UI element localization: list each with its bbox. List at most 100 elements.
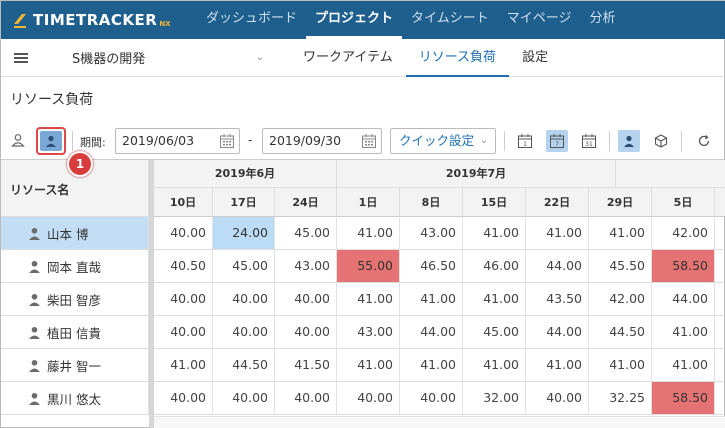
load-cell[interactable]: 43.50 (526, 283, 589, 315)
load-cell[interactable]: 45.00 (275, 217, 337, 249)
nav-timesheet[interactable]: タイムシート (402, 1, 498, 39)
load-cell[interactable]: 46.00 (463, 250, 526, 282)
person-group-button[interactable] (618, 130, 640, 152)
load-cell[interactable]: 44.50 (213, 349, 275, 381)
resource-view-button[interactable] (36, 127, 66, 155)
load-cell[interactable]: 41.00 (652, 349, 715, 381)
refresh-icon (698, 135, 710, 147)
person-icon[interactable] (11, 133, 25, 147)
load-cell[interactable]: 44.00 (652, 283, 715, 315)
load-cell[interactable]: 44.50 (589, 316, 652, 348)
logo-text: TIMETRACKER (33, 11, 158, 29)
load-cell[interactable]: 40.00 (154, 283, 213, 315)
load-cell[interactable]: 41.00 (589, 217, 652, 249)
load-cell[interactable]: 58.50 (652, 250, 715, 282)
end-date-input[interactable]: 2019/09/30 (262, 128, 382, 154)
nav-dashboard[interactable]: ダッシュボード (197, 1, 306, 39)
nav-analysis[interactable]: 分析 (581, 1, 625, 39)
day-view-button[interactable]: 1 (514, 130, 536, 152)
project-select[interactable]: S機器の開発 ⌄ (72, 48, 264, 67)
load-cell[interactable]: 40.00 (400, 382, 463, 414)
calendar-icon[interactable] (361, 133, 377, 149)
resource-row[interactable]: 黒川 悠太 (1, 382, 149, 415)
load-cell[interactable]: 41.00 (337, 217, 400, 249)
load-cell[interactable]: 44.00 (526, 250, 589, 282)
load-cell[interactable]: 41.00 (400, 349, 463, 381)
calendar-day-icon: 1 (518, 134, 532, 148)
resource-row[interactable]: 岡本 直哉 (1, 250, 149, 283)
load-cell[interactable]: 41.00 (463, 349, 526, 381)
load-cell[interactable]: 40.00 (154, 382, 213, 414)
calendar-week-icon: 7 (550, 134, 564, 148)
person-icon (624, 135, 634, 147)
week-view-button[interactable]: 7 (546, 130, 568, 152)
load-cell[interactable]: 24.00 (213, 217, 275, 249)
load-cell[interactable]: 32.25 (589, 382, 652, 414)
load-cell[interactable]: 41.00 (526, 217, 589, 249)
load-cell[interactable]: 40.00 (213, 283, 275, 315)
resource-name: 黒川 悠太 (47, 391, 101, 407)
load-cell[interactable]: 41.00 (337, 349, 400, 381)
nav-project[interactable]: プロジェクト (306, 1, 403, 39)
load-cell[interactable]: 40.00 (526, 382, 589, 414)
month-view-number: 31 (585, 141, 593, 148)
month-view-button[interactable]: 31 (578, 130, 600, 152)
load-cell[interactable]: 40.00 (213, 382, 275, 414)
horizontal-scrollbar[interactable] (154, 416, 725, 428)
load-cell[interactable]: 41.00 (526, 349, 589, 381)
load-cell[interactable]: 41.00 (589, 349, 652, 381)
load-cell[interactable]: 41.00 (400, 283, 463, 315)
resource-row[interactable]: 植田 信貴 (1, 316, 149, 349)
load-cell[interactable]: 46.50 (400, 250, 463, 282)
load-cell[interactable]: 45.00 (213, 250, 275, 282)
load-cell[interactable]: 40.00 (275, 316, 337, 348)
load-cell[interactable]: 58.50 (652, 382, 715, 414)
resource-load-grid: リソース名 2019年6月 2019年7月 10日 17日 24日 1日 8日 15日 22… (1, 159, 725, 428)
quick-setting-select[interactable]: クイック設定 ⌄ (390, 128, 496, 154)
refresh-button[interactable] (693, 130, 715, 152)
load-cell[interactable]: 43.00 (400, 217, 463, 249)
load-cell[interactable]: 44.00 (400, 316, 463, 348)
load-cell[interactable]: 40.00 (213, 316, 275, 348)
day-header: 8日 (400, 188, 463, 217)
quick-setting-label: クイック設定 (399, 133, 475, 148)
table-row: 40.00 40.00 40.00 43.00 44.00 45.00 44.00 44.50… (154, 316, 725, 349)
load-cell[interactable]: 41.00 (463, 283, 526, 315)
callout-badge: 1 (67, 151, 93, 177)
load-cell[interactable]: 41.50 (275, 349, 337, 381)
load-cell[interactable]: 40.00 (154, 316, 213, 348)
person-icon (29, 359, 40, 372)
load-cell[interactable]: 41.00 (337, 283, 400, 315)
calendar-icon[interactable] (219, 133, 235, 149)
menu-icon[interactable] (14, 51, 28, 65)
load-cell[interactable]: 43.00 (275, 250, 337, 282)
tab-work-items[interactable]: ワークアイテム (290, 39, 406, 77)
nav-mypage[interactable]: マイページ (498, 1, 581, 39)
load-cell[interactable]: 40.50 (154, 250, 213, 282)
load-cell[interactable]: 42.00 (652, 217, 715, 249)
load-cell[interactable]: 45.00 (463, 316, 526, 348)
day-header: 1日 (337, 188, 400, 217)
load-cell[interactable]: 40.00 (275, 382, 337, 414)
load-cell[interactable]: 43.00 (337, 316, 400, 348)
resource-row[interactable]: 山本 博 (1, 217, 149, 250)
load-cell[interactable]: 40.00 (337, 382, 400, 414)
load-cell[interactable]: 42.00 (589, 283, 652, 315)
load-cell[interactable]: 41.00 (652, 316, 715, 348)
load-cell[interactable]: 45.50 (589, 250, 652, 282)
load-cell[interactable]: 44.00 (526, 316, 589, 348)
start-date-input[interactable]: 2019/06/03 (115, 128, 240, 154)
load-cell[interactable]: 40.00 (154, 217, 213, 249)
tab-settings[interactable]: 設定 (509, 39, 561, 77)
load-cell[interactable]: 55.00 (337, 250, 400, 282)
load-cell[interactable]: 32.00 (463, 382, 526, 414)
load-cell[interactable]: 41.00 (463, 217, 526, 249)
resource-row[interactable]: 藤井 智一 (1, 349, 149, 382)
work-item-group-button[interactable] (650, 130, 672, 152)
day-header: 29日 (589, 188, 652, 217)
resource-row[interactable]: 柴田 智彦 (1, 283, 149, 316)
app-logo[interactable]: TIMETRACKER NX (11, 11, 181, 29)
tab-resource-load[interactable]: リソース負荷 (405, 39, 510, 77)
load-cell[interactable]: 41.00 (154, 349, 213, 381)
load-cell[interactable]: 40.00 (275, 283, 337, 315)
